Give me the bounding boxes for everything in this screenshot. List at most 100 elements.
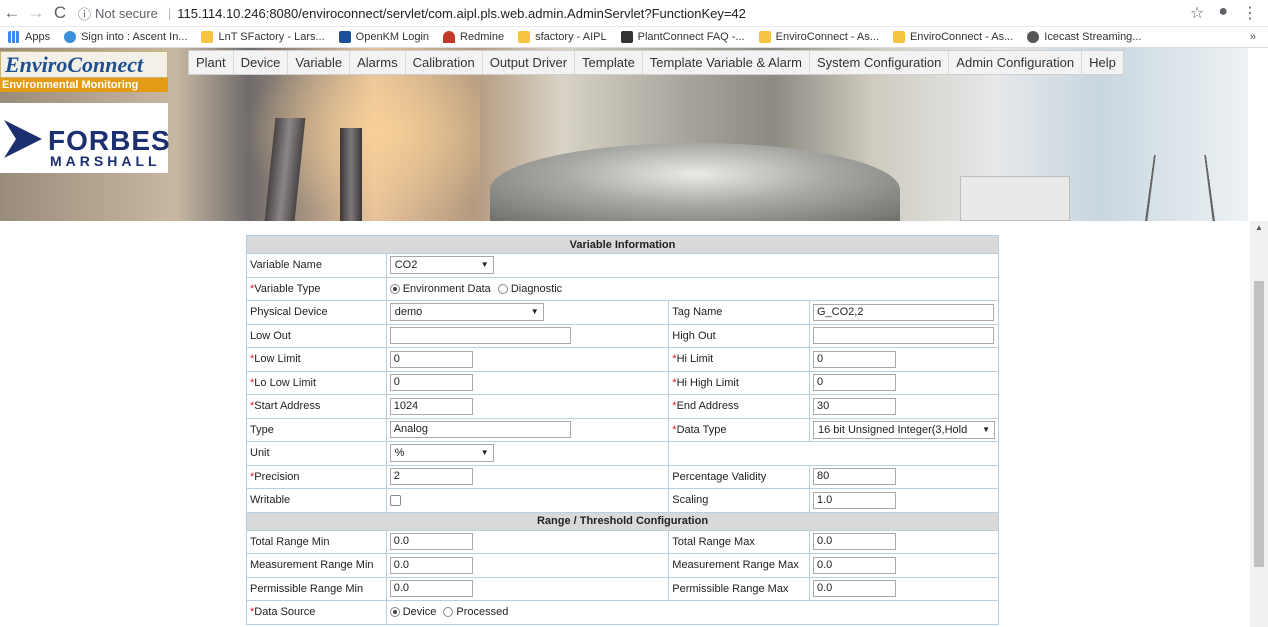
banner-weather-tower <box>1144 154 1216 221</box>
forward-arrow-icon[interactable]: → <box>24 3 48 23</box>
bookmark-lnt-sfactory[interactable]: LnT SFactory - Lars... <box>201 31 325 43</box>
back-arrow-icon[interactable]: ← <box>0 3 24 23</box>
vertical-scrollbar[interactable]: ▲ <box>1250 221 1268 627</box>
tag-name-input[interactable]: G_CO2,2 <box>812 303 994 321</box>
bookmark-label: Redmine <box>460 31 505 43</box>
percentage-validity-input[interactable]: 80 <box>812 468 896 486</box>
diagnostic-label: Diagnostic <box>510 282 563 295</box>
device-radio[interactable] <box>389 607 400 618</box>
data-type-select[interactable]: 16 bit Unsigned Integer(3,Hold ▼ <box>812 420 995 439</box>
bookmark-label: PlantConnect FAQ -... <box>637 31 745 43</box>
url-field[interactable]: ⓘ Not secure | 115.114.10.246:8080/envir… <box>78 4 1190 23</box>
folder-icon <box>201 31 214 43</box>
bookmarks-overflow[interactable]: » <box>1250 31 1268 43</box>
hi-limit-input[interactable]: 0 <box>812 350 896 368</box>
measurement-range-min-input[interactable]: 0.0 <box>389 556 473 574</box>
unit-label: Unit <box>246 441 387 466</box>
bookmark-plantconnect[interactable]: PlantConnect FAQ -... <box>620 31 745 43</box>
bookmark-openkm[interactable]: OpenKM Login <box>338 31 429 43</box>
label-text: Lo Low Limit <box>254 376 317 389</box>
bookmark-icecast[interactable]: Icecast Streaming... <box>1027 31 1141 43</box>
menu-template-variable-alarm[interactable]: Template Variable & Alarm <box>643 51 811 74</box>
url-text[interactable]: 115.114.10.246:8080/enviroconnect/servle… <box>177 6 746 21</box>
label-text: Start Address <box>254 400 321 413</box>
menu-system-configuration[interactable]: System Configuration <box>810 51 950 74</box>
menu-variable[interactable]: Variable <box>288 51 351 74</box>
security-status: Not secure <box>95 5 158 21</box>
label-text: End Address <box>676 400 739 413</box>
bookmark-sfactory-aipl[interactable]: sfactory - AIPL <box>518 31 607 43</box>
physical-device-select[interactable]: demo ▼ <box>389 303 544 322</box>
measurement-range-max-input[interactable]: 0.0 <box>812 556 896 574</box>
low-limit-input[interactable]: 0 <box>389 350 473 368</box>
start-address-label: *Start Address <box>246 394 387 419</box>
dropdown-arrow-icon: ▼ <box>480 448 489 458</box>
low-out-label: Low Out <box>246 323 387 348</box>
menu-admin-configuration[interactable]: Admin Configuration <box>949 51 1083 74</box>
data-type-label: *Data Type <box>668 417 810 442</box>
unit-select[interactable]: % ▼ <box>389 444 494 463</box>
menu-plant[interactable]: Plant <box>189 51 234 74</box>
bookmarks-bar: Apps Sign into : Ascent In... LnT SFacto… <box>0 27 1268 48</box>
high-out-label: High Out <box>668 323 810 348</box>
bookmark-ascent[interactable]: Sign into : Ascent In... <box>64 31 187 43</box>
permissible-range-max-input[interactable]: 0.0 <box>812 580 896 598</box>
label-text: Hi Limit <box>676 353 714 366</box>
scrollbar-thumb[interactable] <box>1254 281 1264 567</box>
label-text: Low Limit <box>254 353 301 366</box>
folder-icon <box>518 31 531 43</box>
profile-icon[interactable]: ● <box>1218 3 1228 23</box>
bookmark-label: EnviroConnect - As... <box>775 31 879 43</box>
bookmark-redmine[interactable]: Redmine <box>443 31 504 43</box>
start-address-input[interactable]: 1024 <box>389 397 473 415</box>
dropdown-arrow-icon: ▼ <box>530 307 539 317</box>
writable-label: Writable <box>246 488 387 513</box>
kebab-menu-icon[interactable]: ⋮ <box>1242 3 1258 23</box>
scaling-input[interactable]: 1.0 <box>812 491 896 509</box>
menu-template[interactable]: Template <box>575 51 643 74</box>
scaling-label: Scaling <box>668 488 810 513</box>
environment-data-radio[interactable] <box>389 283 400 294</box>
variable-name-select[interactable]: CO2 ▼ <box>389 256 494 275</box>
main-content: ▲ Variable Information Variable Name CO2… <box>0 221 1268 627</box>
logo[interactable]: EnviroConnect Environmental Monitoring F… <box>0 48 170 221</box>
total-range-max-input[interactable]: 0.0 <box>812 533 896 551</box>
hi-limit-label: *Hi Limit <box>668 347 810 372</box>
forbes-marshall-logo-icon <box>4 120 42 158</box>
measurement-range-min-label: Measurement Range Min <box>246 553 387 578</box>
permissible-range-min-input[interactable]: 0.0 <box>389 580 473 598</box>
bookmark-label: Icecast Streaming... <box>1044 31 1142 43</box>
end-address-input[interactable]: 30 <box>812 397 896 415</box>
menu-calibration[interactable]: Calibration <box>406 51 483 74</box>
bookmark-enviroconnect-2[interactable]: EnviroConnect - As... <box>892 31 1014 43</box>
variable-type-label: *Variable Type <box>246 276 387 301</box>
star-icon[interactable]: ☆ <box>1190 3 1204 23</box>
bookmark-apps[interactable]: Apps <box>8 31 50 43</box>
openkm-icon <box>338 31 351 43</box>
menu-help[interactable]: Help <box>1082 51 1123 74</box>
physical-device-label: Physical Device <box>246 300 387 325</box>
type-input[interactable]: Analog <box>389 421 571 439</box>
menu-alarms[interactable]: Alarms <box>350 51 406 74</box>
bookmark-label: EnviroConnect - As... <box>909 31 1014 43</box>
total-range-min-input[interactable]: 0.0 <box>389 533 473 551</box>
precision-input[interactable]: 2 <box>389 468 473 486</box>
main-menu: Plant Device Variable Alarms Calibration… <box>188 50 1124 75</box>
writable-checkbox[interactable] <box>389 494 401 506</box>
menu-output-driver[interactable]: Output Driver <box>483 51 576 74</box>
diagnostic-radio[interactable] <box>497 283 508 294</box>
bookmark-enviroconnect-1[interactable]: EnviroConnect - As... <box>758 31 879 43</box>
precision-label: *Precision <box>246 464 387 489</box>
low-out-input[interactable] <box>389 327 571 345</box>
scroll-up-icon[interactable]: ▲ <box>1255 223 1263 232</box>
lo-low-limit-input[interactable]: 0 <box>389 374 473 392</box>
reload-icon[interactable]: C <box>48 3 72 23</box>
high-out-input[interactable] <box>812 327 994 345</box>
menu-device[interactable]: Device <box>234 51 289 74</box>
permissible-range-max-label: Permissible Range Max <box>668 576 810 601</box>
hi-high-limit-input[interactable]: 0 <box>812 374 896 392</box>
banner-chimney <box>340 128 362 221</box>
info-icon[interactable]: ⓘ <box>78 4 91 23</box>
processed-radio[interactable] <box>443 607 454 618</box>
total-range-max-label: Total Range Max <box>668 529 810 554</box>
